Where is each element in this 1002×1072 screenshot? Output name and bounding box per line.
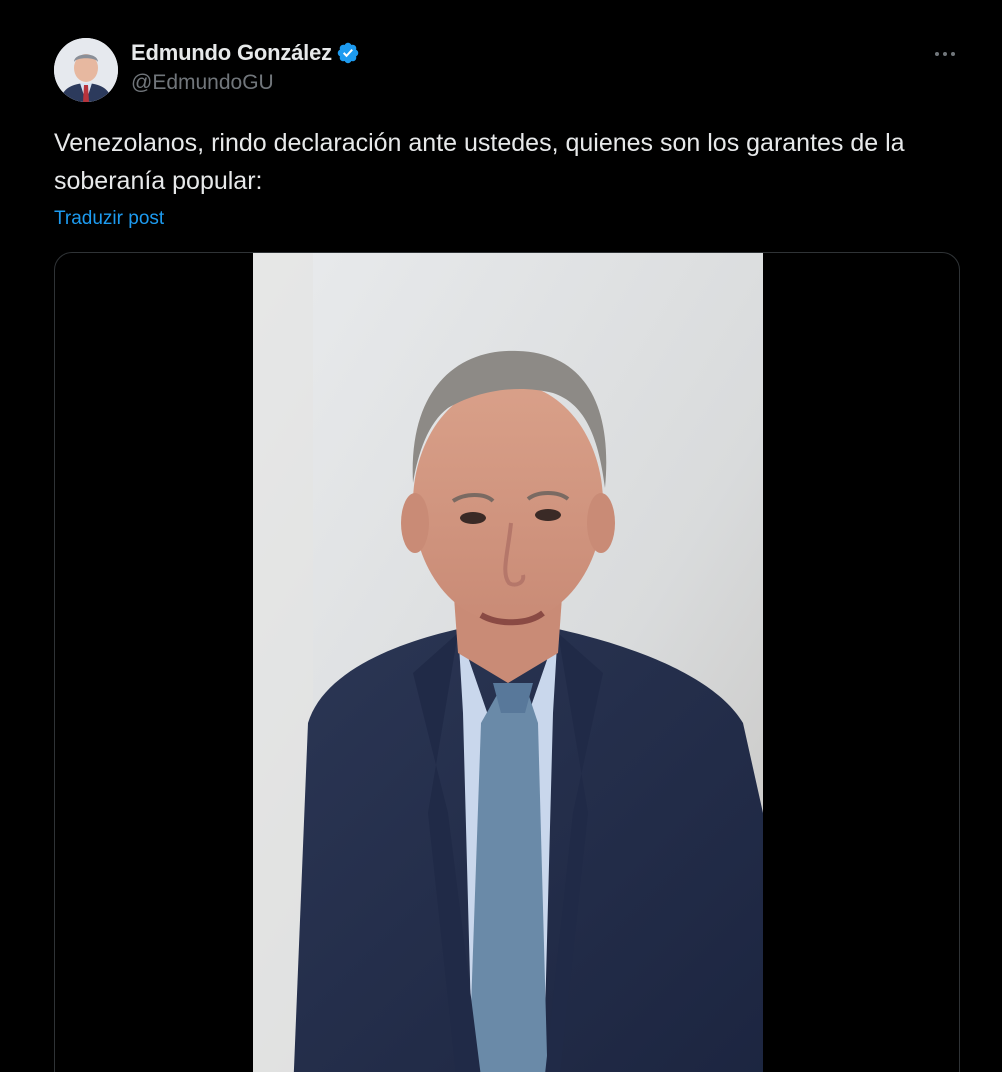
verified-badge-icon[interactable] bbox=[336, 41, 360, 65]
author-block: Edmundo González @EdmundoGU bbox=[131, 39, 360, 95]
media-card[interactable] bbox=[54, 252, 960, 1072]
video-frame bbox=[253, 253, 763, 1072]
display-name[interactable]: Edmundo González bbox=[131, 40, 332, 66]
avatar[interactable] bbox=[54, 38, 118, 102]
post-article: Edmundo González @EdmundoGU Venezolanos,… bbox=[0, 0, 1002, 1072]
avatar-image bbox=[54, 38, 118, 102]
user-handle[interactable]: @EdmundoGU bbox=[131, 71, 360, 95]
name-row: Edmundo González bbox=[131, 39, 360, 67]
translate-post-link[interactable]: Traduzir post bbox=[54, 208, 164, 230]
video-player[interactable] bbox=[253, 253, 763, 1072]
post-text: Venezolanos, rindo declaración ante uste… bbox=[54, 129, 905, 195]
more-options-icon[interactable] bbox=[928, 40, 962, 68]
